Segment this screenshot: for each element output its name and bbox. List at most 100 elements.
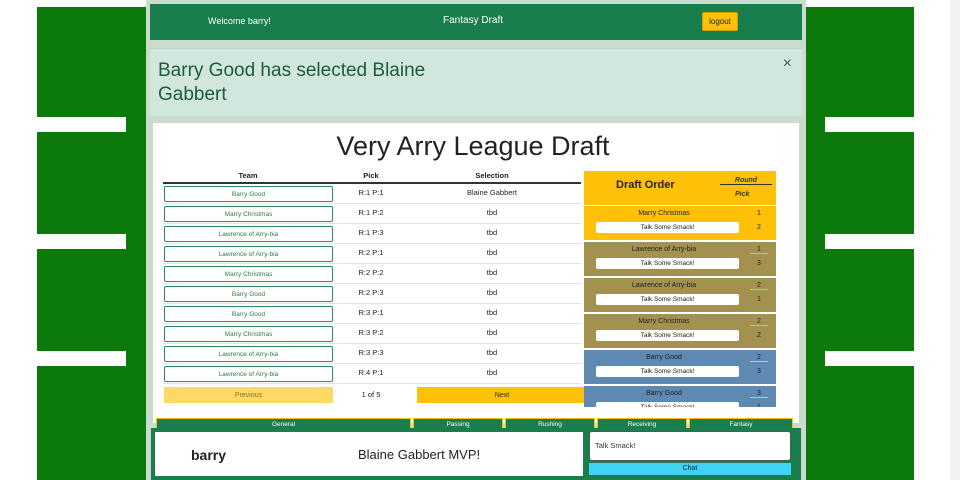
team-button[interactable]: Lawrence of Arry-bia [164,226,333,242]
table-row: Barry Good R:1 P:1 Blaine Gabbert [163,184,581,204]
navbar: Welcome barry! Fantasy Draft logout [150,4,802,40]
order-pick: 3 [757,368,761,375]
logout-button[interactable]: logout [702,12,738,31]
table-row: Lawrence of Arry-bia R:3 P:3 tbd [163,344,581,364]
alert-message: Barry Good has selected Blaine Gabbert [158,60,426,105]
talk-smack-button[interactable]: Talk Some Smack! [596,366,739,377]
pick-cell: R:1 P:1 [358,188,384,197]
page-indicator: 1 of 5 [361,390,381,399]
draft-order-item: Lawrence of Arry-bia 2 1 Talk Some Smack! [584,278,776,312]
selection-cell: tbd [486,228,498,237]
pick-cell: R:1 P:2 [358,208,384,217]
order-team-name: Barry Good [646,354,682,361]
yard-line [17,234,126,249]
page-title: Very Arry League Draft [336,131,610,161]
yard-line [17,117,126,132]
pick-cell: R:3 P:2 [358,328,384,337]
draft-order-item: Barry Good 2 3 Talk Some Smack! [584,350,776,384]
pick-cell: R:1 P:3 [358,228,384,237]
order-round: 2 [750,282,768,290]
column-header-team: Team [238,171,258,180]
draft-order-title: Draft Order [616,179,675,191]
order-round: 1 [750,246,768,254]
chat-username: barry [191,447,227,463]
talk-smack-button[interactable]: Talk Some Smack! [596,402,739,407]
table-row: Marry Christmas R:3 P:2 tbd [163,324,581,344]
table-header: Team Pick Selection [163,171,581,184]
draft-order-item: Lawrence of Arry-bia 1 3 Talk Some Smack! [584,242,776,276]
order-round: 1 [750,210,768,218]
draft-order-panel: Draft Order Round Pick Marry Christmas 1 2… [584,171,778,407]
yard-line [825,351,934,366]
selection-cell: tbd [486,368,498,377]
team-button[interactable]: Barry Good [164,286,333,302]
table-row: Marry Christmas R:1 P:2 tbd [163,204,581,224]
pick-label: Pick [735,191,750,198]
pick-cell: R:3 P:1 [358,308,384,317]
pick-cell: R:3 P:3 [358,348,384,357]
order-team-name: Marry Christmas [638,210,690,217]
page-scrollbar[interactable] [950,0,960,480]
round-label: Round [720,177,772,185]
selection-alert: Barry Good has selected Blaine Gabbert × [150,48,802,116]
pick-cell: R:2 P:1 [358,248,384,257]
chat-button[interactable]: Chat [589,463,791,475]
page: Welcome barry! Fantasy Draft logout Barr… [0,0,960,480]
football-field-right [805,7,934,480]
order-team-name: Marry Christmas [638,318,690,325]
selection-cell: tbd [486,208,498,217]
order-round: 3 [750,390,768,398]
team-button[interactable]: Barry Good [164,186,333,202]
chat-input[interactable]: Talk Smack! [589,431,791,461]
talk-smack-button[interactable]: Talk Some Smack! [596,330,739,341]
draft-order-header: Draft Order Round Pick [584,171,776,205]
draft-order-item: Marry Christmas 2 2 Talk Some Smack! [584,314,776,348]
yard-line [825,234,934,249]
selection-cell: tbd [486,328,498,337]
order-team-name: Lawrence of Arry-bia [631,246,697,253]
column-header-pick: Pick [363,171,379,180]
talk-smack-button[interactable]: Talk Some Smack! [596,294,739,305]
selection-cell: Blaine Gabbert [466,188,518,197]
table-row: Marry Christmas R:2 P:2 tbd [163,264,581,284]
order-pick: 2 [757,332,761,339]
draft-order-item: Marry Christmas 1 2 Talk Some Smack! [584,206,776,240]
team-button[interactable]: Barry Good [164,306,333,322]
selection-cell: tbd [486,248,498,257]
team-button[interactable]: Marry Christmas [164,206,333,222]
pick-cell: R:2 P:2 [358,268,384,277]
close-icon[interactable]: × [783,55,792,73]
yard-line [825,117,934,132]
team-button[interactable]: Marry Christmas [164,266,333,282]
pagination: Previous 1 of 5 Next [163,386,587,406]
team-button[interactable]: Lawrence of Arry-bia [164,346,333,362]
latest-chat-message: barry Blaine Gabbert MVP! [155,432,583,476]
table-row: Barry Good R:3 P:1 tbd [163,304,581,324]
chat-footer: barry Blaine Gabbert MVP! Talk Smack! Ch… [151,428,801,480]
table-row: Lawrence of Arry-bia R:2 P:1 tbd [163,244,581,264]
order-pick: 1 [757,296,761,303]
order-round: 2 [750,318,768,326]
order-round: 2 [750,354,768,362]
pick-cell: R:2 P:3 [358,288,384,297]
team-button[interactable]: Lawrence of Arry-bia [164,246,333,262]
talk-smack-button[interactable]: Talk Some Smack! [596,258,739,269]
order-pick: 2 [757,224,761,231]
draft-card: Very Arry League Draft Team Pick Selecti… [153,123,799,423]
team-button[interactable]: Lawrence of Arry-bia [164,366,333,382]
selection-cell: tbd [486,288,498,297]
next-page-button[interactable]: Next [417,387,587,403]
order-pick: 1 [750,404,768,407]
draft-order-item: Barry Good 3 1 Talk Some Smack! [584,386,776,407]
table-row: Lawrence of Arry-bia R:4 P:1 tbd [163,364,581,384]
order-team-name: Lawrence of Arry-bia [631,282,697,289]
navbar-brand[interactable]: Fantasy Draft [443,15,503,26]
order-team-name: Barry Good [646,390,682,397]
team-button[interactable]: Marry Christmas [164,326,333,342]
draft-pick-table: Team Pick Selection Barry Good R:1 P:1 Bla… [163,171,587,406]
order-pick: 3 [757,260,761,267]
table-row: Lawrence of Arry-bia R:1 P:3 tbd [163,224,581,244]
yard-line [17,351,126,366]
previous-page-button[interactable]: Previous [164,387,333,403]
talk-smack-button[interactable]: Talk Some Smack! [596,222,739,233]
